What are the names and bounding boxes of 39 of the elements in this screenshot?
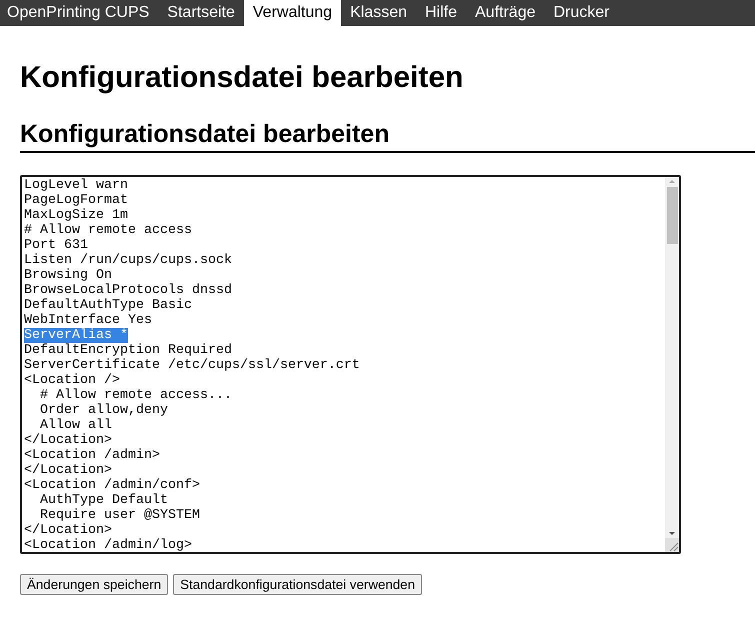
config-line: Listen /run/cups/cups.sock: [24, 253, 232, 268]
config-line: ServerCertificate /etc/cups/ssl/server.crt: [24, 358, 360, 373]
config-line: <Location /admin>: [24, 448, 160, 463]
nav-link[interactable]: Klassen: [341, 0, 416, 26]
config-line: # Allow remote access: [24, 223, 192, 238]
config-line: </Location>: [24, 463, 112, 478]
resize-grip-icon[interactable]: [665, 538, 679, 552]
config-line: Browsing On: [24, 268, 112, 283]
config-line: <Location /admin/log>: [24, 538, 192, 552]
scrollbar[interactable]: [665, 177, 679, 552]
config-line: PageLogFormat: [24, 193, 128, 208]
config-line: DefaultAuthType Basic: [24, 298, 192, 313]
config-line: MaxLogSize 1m: [24, 208, 128, 223]
config-line: Order allow,deny: [40, 403, 168, 418]
config-text-area[interactable]: [20, 175, 681, 554]
nav-link[interactable]: Verwaltung: [244, 0, 342, 26]
nav-link[interactable]: OpenPrinting CUPS: [0, 0, 158, 26]
config-line: WebInterface Yes: [24, 313, 152, 328]
nav-link[interactable]: Aufträge: [466, 0, 544, 26]
config-line: Require user @SYSTEM: [40, 508, 200, 523]
section-title: Konfigurationsdatei bearbeiten: [20, 119, 755, 153]
form-button[interactable]: Änderungen speichern: [20, 574, 168, 595]
nav-link[interactable]: Hilfe: [416, 0, 466, 26]
config-line: LogLevel warn: [24, 178, 128, 193]
nav-link[interactable]: Drucker: [544, 0, 618, 26]
config-line: BrowseLocalProtocols dnssd: [24, 283, 232, 298]
config-line: </Location>: [24, 523, 112, 538]
config-line: Allow all: [40, 418, 112, 433]
form-button[interactable]: Standardkonfigurationsdatei verwenden: [173, 574, 422, 595]
config-line: </Location>: [24, 433, 112, 448]
config-line: <Location />: [24, 373, 120, 388]
nav-link[interactable]: Startseite: [158, 0, 244, 26]
config-line: <Location /admin/conf>: [24, 478, 200, 493]
page-title: Konfigurationsdatei bearbeiten: [20, 61, 464, 95]
config-line: AuthType Default: [40, 493, 168, 508]
config-line: # Allow remote access...: [40, 388, 232, 403]
scroll-thumb[interactable]: [667, 187, 678, 244]
config-line: DefaultEncryption Required: [24, 343, 232, 358]
config-line: Port 631: [24, 238, 88, 253]
